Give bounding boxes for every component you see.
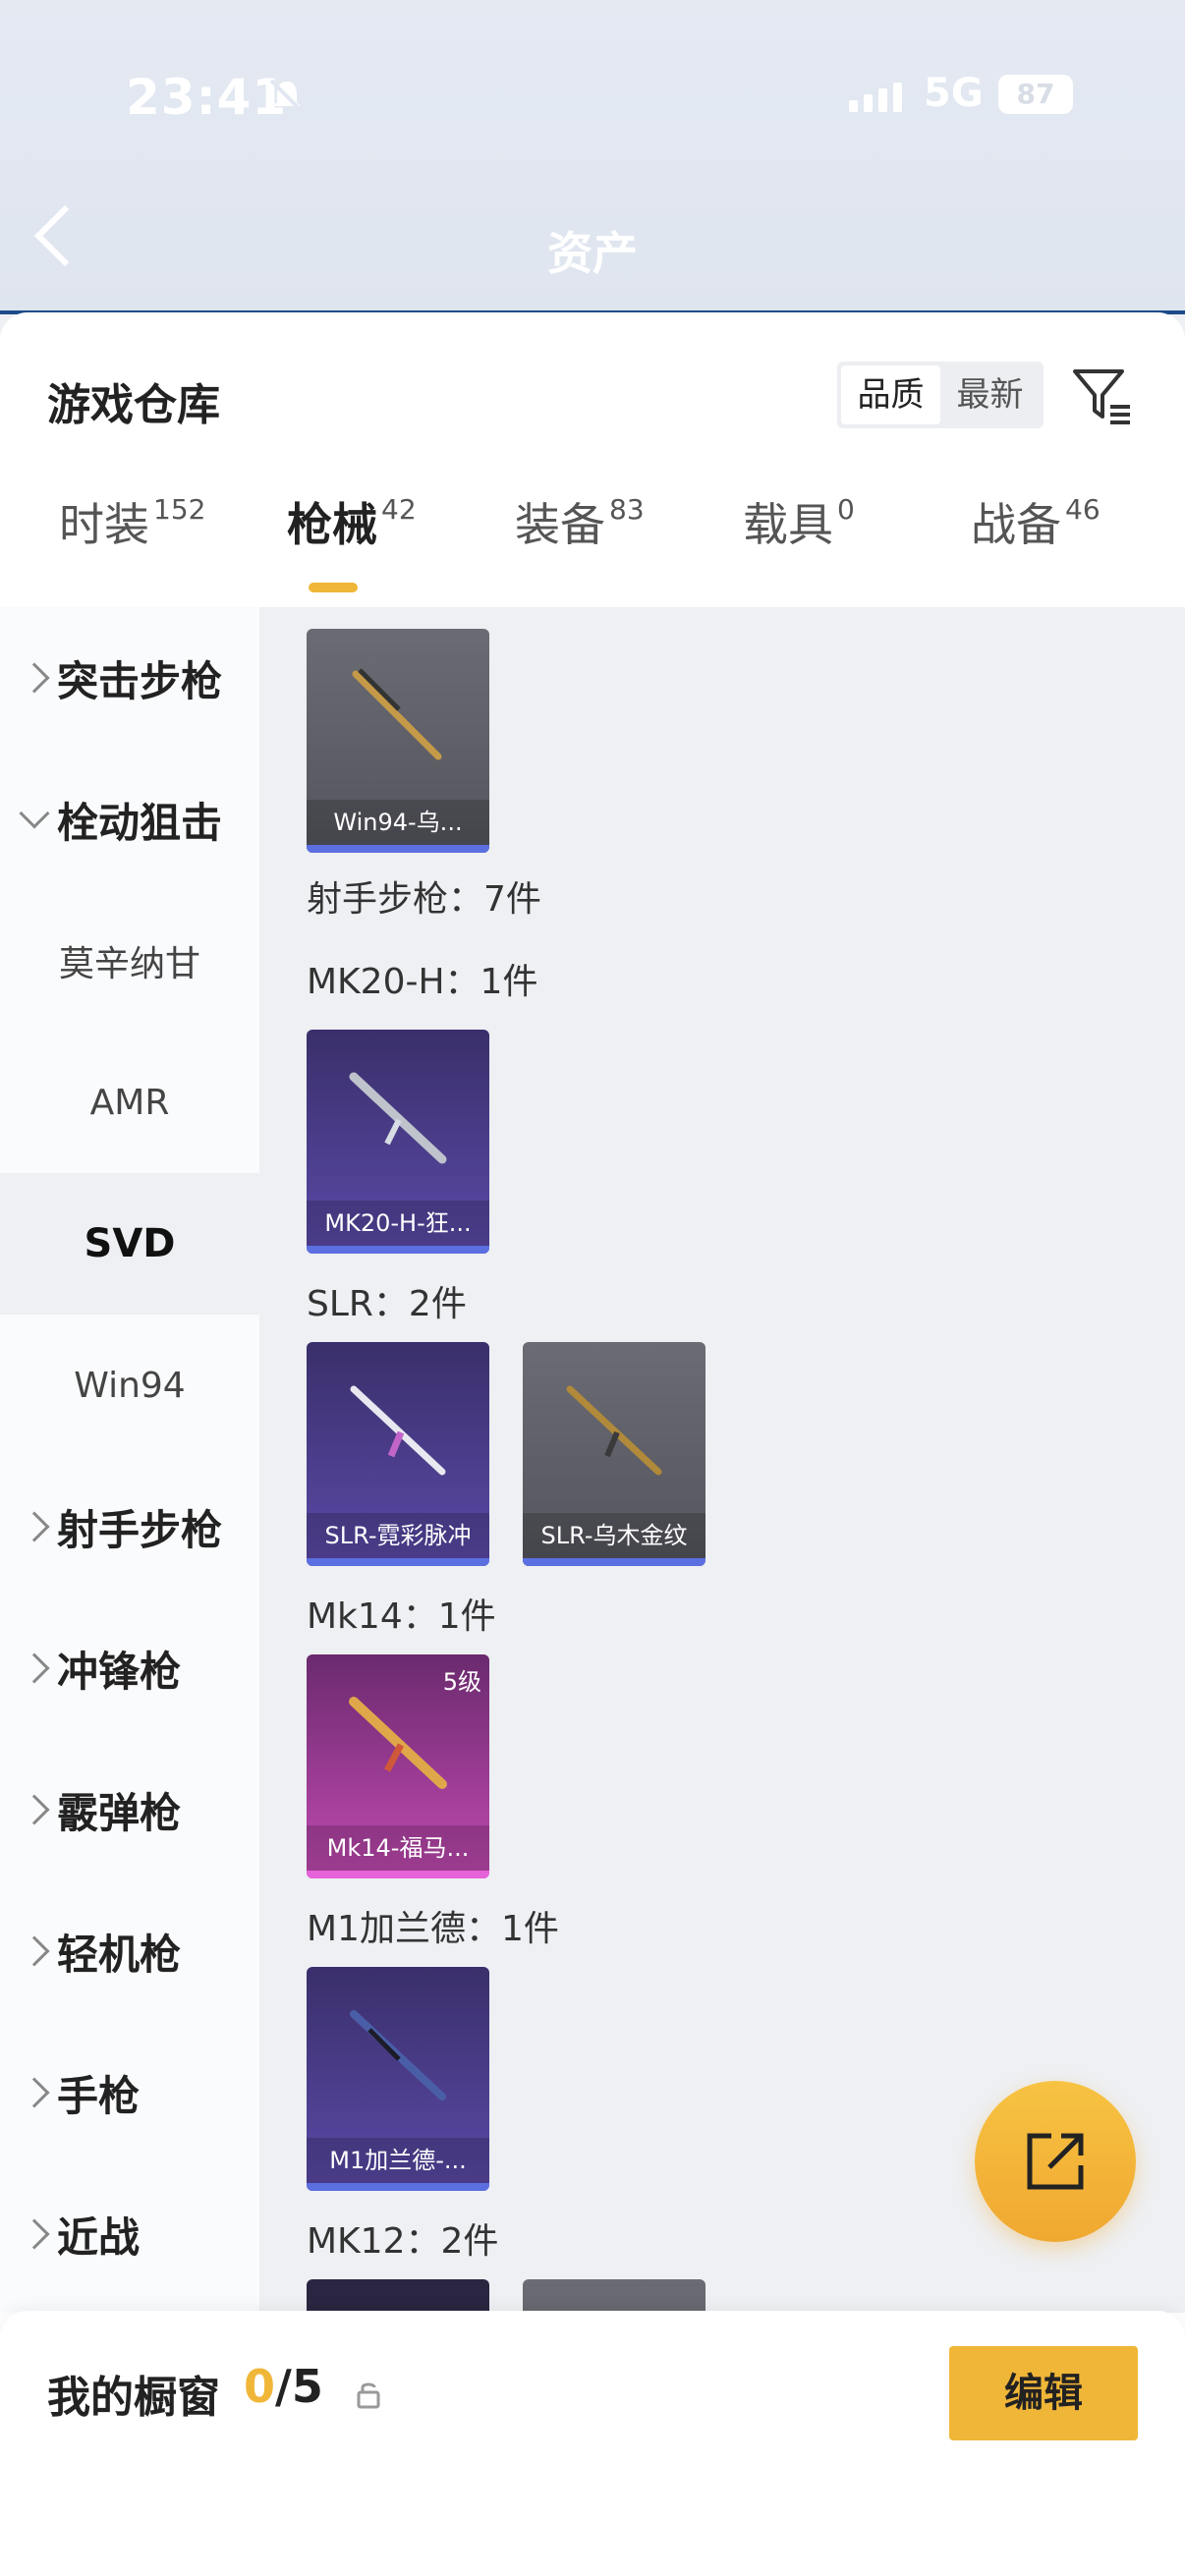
group-count-label: M1加兰德：1件 [307,1909,559,1949]
battery-icon: 87 [998,75,1073,114]
edit-button[interactable]: 编辑 [949,2346,1138,2440]
tab-vehicles[interactable]: 载具 0 [743,489,855,554]
group-count-label: MK20-H：1件 [307,962,538,1002]
sidebar-item-svd[interactable]: SVD [0,1173,259,1315]
weapon-card[interactable] [307,2279,489,2313]
filter-icon[interactable] [1069,362,1134,426]
rarity-bar [307,1871,489,1878]
sidebar-item-marksman-rifle[interactable]: 射手步枪 [0,1456,259,1597]
weapon-name: Mk14-福马... [307,1825,489,1871]
tab-equipment[interactable]: 装备 83 [515,489,645,554]
lock-icon [357,2382,380,2409]
rifle-icon [352,668,442,760]
network-type: 5G [924,71,984,116]
weapon-name: MK20-H-狂... [307,1201,489,1246]
chevron-right-icon [19,1511,50,1542]
group-count-label: MK12：2件 [307,2221,499,2262]
weapon-name: SLR-乌木金纹 [523,1513,705,1558]
weapon-category-sidebar: 突击步枪 栓动狙击 莫辛纳甘 AMR SVD Win94 射手步枪 冲锋枪 霰弹… [0,607,259,2313]
signal-icon [849,83,902,112]
share-button[interactable] [975,2081,1136,2242]
sidebar-item-melee[interactable]: 近战 [0,2163,259,2305]
weapon-name: SLR-霓彩脉冲 [307,1513,489,1558]
chevron-right-icon [19,2218,50,2250]
rarity-bar [307,1246,489,1254]
sidebar-item-shotgun[interactable]: 霰弹枪 [0,1739,259,1880]
sort-by-newest[interactable]: 最新 [940,365,1040,424]
rifle-icon [349,1697,447,1789]
tab-supplies[interactable]: 战备 46 [971,489,1100,554]
sidebar-item-assault-rifle[interactable]: 突击步枪 [0,607,259,749]
rifle-icon [350,1385,446,1476]
chevron-right-icon [19,662,50,694]
chevron-right-icon [19,1794,50,1825]
group-count-label: Mk14：1件 [307,1596,496,1637]
weapon-grid: Win94-乌... 射手步枪：7件 MK20-H：1件 MK20-H-狂...… [259,607,1185,2313]
sort-toggle: 品质 最新 [837,362,1044,428]
rarity-bar [307,1558,489,1566]
sort-by-quality[interactable]: 品质 [841,365,940,424]
category-tabs: 时装 152 枪械 42 装备 83 载具 0 战备 46 [0,489,1185,588]
sidebar-item-pistol[interactable]: 手枪 [0,2022,259,2163]
sidebar-item-mosin[interactable]: 莫辛纳甘 [0,890,259,1032]
sidebar-item-bolt-sniper[interactable]: 栓动狙击 [0,749,259,890]
weapon-card[interactable]: SLR-霓彩脉冲 [307,1342,489,1566]
showcase-panel: 我的橱窗 0/5 编辑 [0,2311,1185,2576]
rifle-icon [566,1385,662,1476]
mute-bell-icon [267,77,307,116]
page-title: 资产 [547,227,638,280]
weapon-name: Win94-乌... [307,800,489,845]
top-header: 23:41 5G 87 资产 [0,0,1185,314]
rifle-icon [350,2010,446,2100]
showcase-title: 我的橱窗 [47,2373,220,2423]
weapon-name: M1加兰德-... [307,2138,489,2183]
chevron-right-icon [19,1935,50,1967]
weapon-card[interactable] [523,2279,705,2313]
rarity-bar [523,1558,705,1566]
weapon-card[interactable]: M1加兰德-... [307,1967,489,2191]
chevron-down-icon [19,798,50,829]
weapon-card[interactable]: SLR-乌木金纹 [523,1342,705,1566]
group-count-label: SLR：2件 [307,1284,467,1324]
share-icon [1027,2133,1084,2190]
weapon-card[interactable]: MK20-H-狂... [307,1030,489,1254]
rarity-bar [307,845,489,853]
sidebar-item-win94[interactable]: Win94 [0,1315,259,1456]
weapon-card[interactable]: Win94-乌... [307,629,489,853]
active-tab-indicator [309,583,358,592]
sidebar-item-smg[interactable]: 冲锋枪 [0,1597,259,1739]
weapon-card[interactable]: 5级 Mk14-福马... [307,1654,489,1878]
status-time: 23:41 [126,69,288,126]
group-count-label: 射手步枪：7件 [307,879,541,920]
tab-fashion[interactable]: 时装 152 [59,489,205,554]
sidebar-item-amr[interactable]: AMR [0,1032,259,1173]
chevron-right-icon [19,2077,50,2108]
sidebar-item-lmg[interactable]: 轻机枪 [0,1880,259,2022]
tab-firearms[interactable]: 枪械 42 [287,489,417,554]
chevron-right-icon [19,1652,50,1684]
rifle-icon [349,1072,447,1164]
rarity-bar [307,2183,489,2191]
showcase-count: 0/5 [244,2360,323,2413]
warehouse-title: 游戏仓库 [47,380,220,430]
